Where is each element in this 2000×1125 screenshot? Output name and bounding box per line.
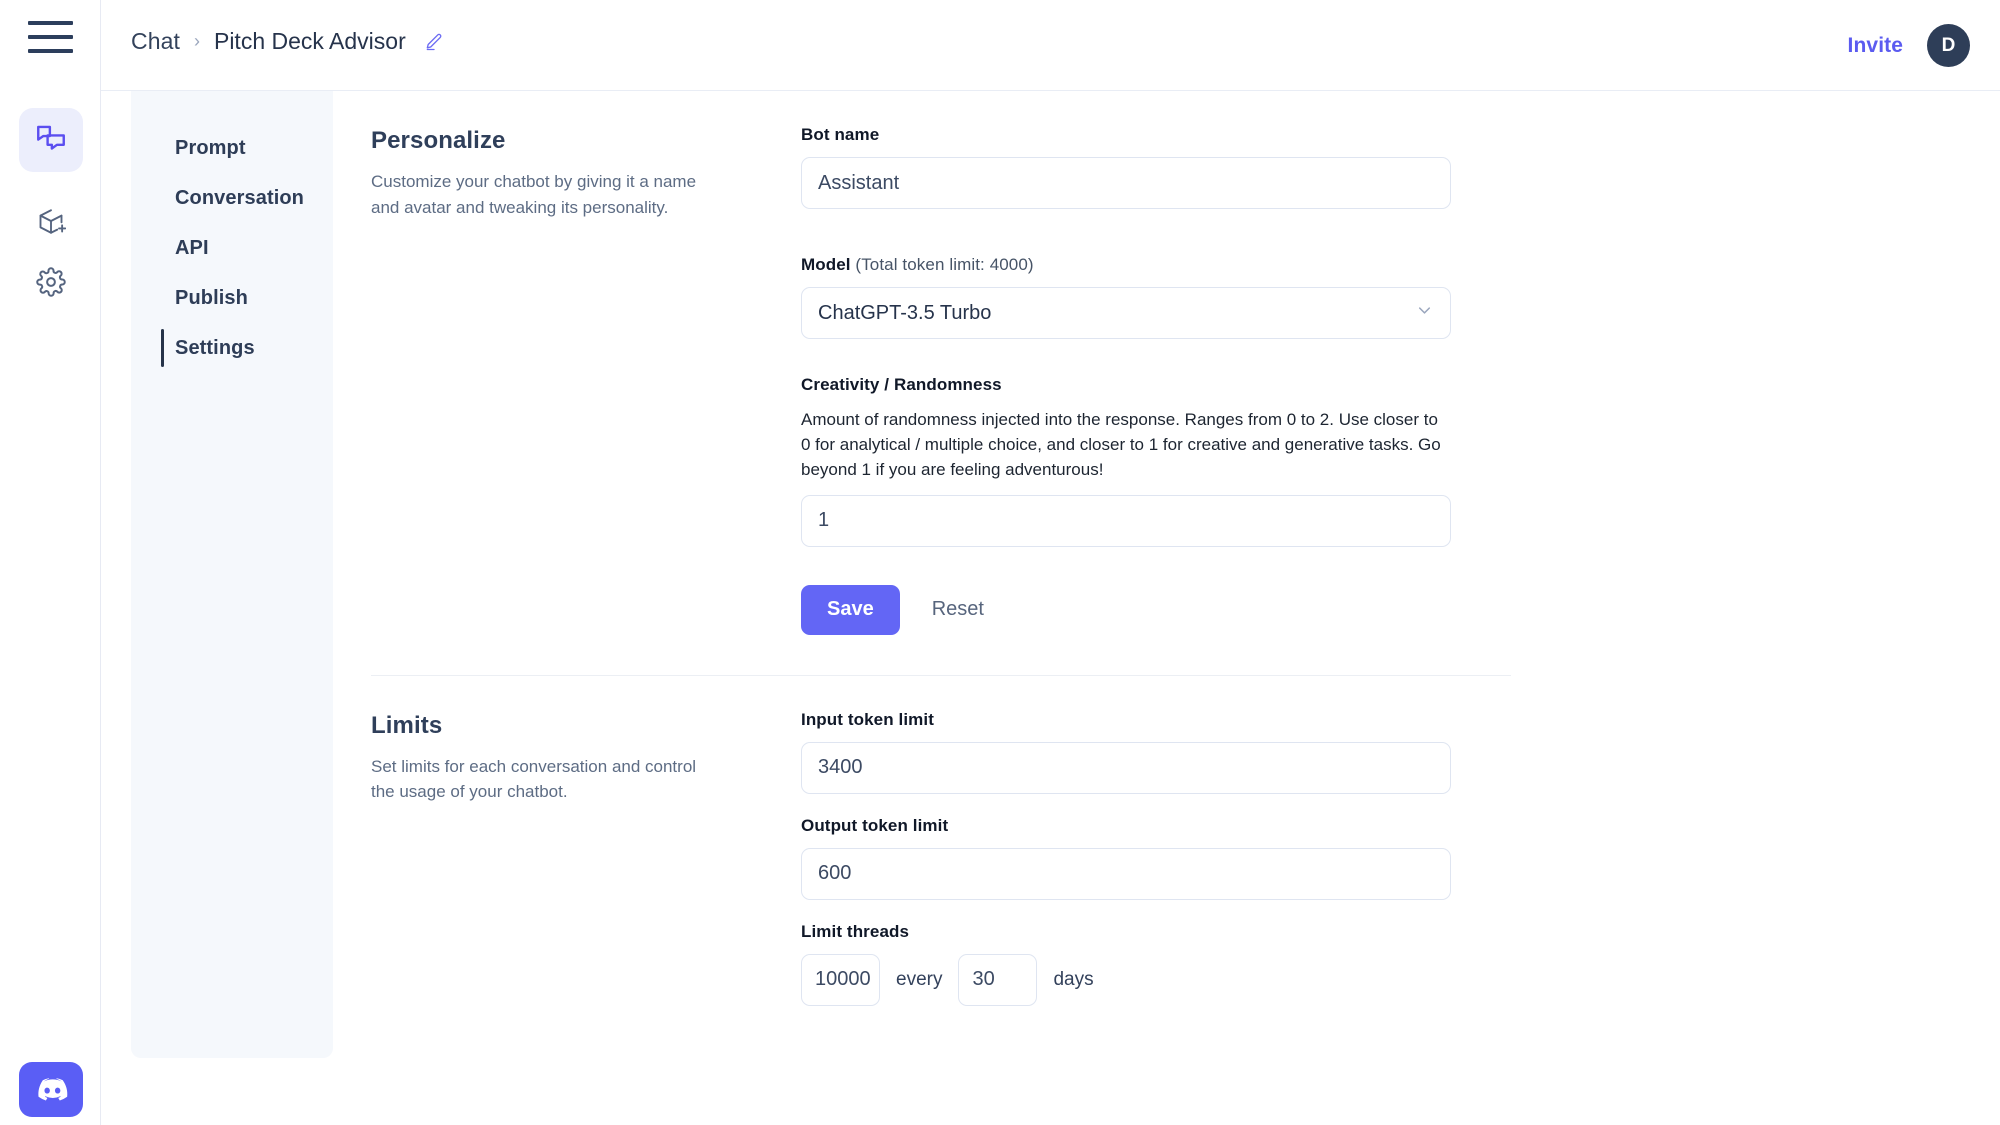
hamburger-bar (28, 35, 73, 39)
chevron-down-icon (1415, 301, 1434, 326)
field-limit-threads: Limit threads 10000 every 30 days (801, 922, 1960, 1006)
personalize-actions: Save Reset (801, 584, 1960, 635)
breadcrumb-separator: › (193, 31, 200, 51)
field-model: Model (Total token limit: 4000) ChatGPT-… (801, 255, 1960, 339)
output-token-label: Output token limit (801, 815, 949, 835)
nav-item-label: Conversation (175, 186, 305, 209)
nav-item-settings[interactable]: Settings (131, 323, 333, 373)
rail-item-settings[interactable] (19, 250, 83, 314)
nav-item-prompt[interactable]: Prompt (131, 123, 333, 173)
nav-item-label: Publish (175, 286, 248, 309)
nav-item-label: Settings (175, 336, 255, 359)
field-input-token-limit: Input token limit 3400 (801, 710, 1960, 794)
field-creativity: Creativity / Randomness Amount of random… (801, 375, 1960, 547)
breadcrumb: Chat › Pitch Deck Advisor (131, 28, 444, 55)
limit-threads-count-input[interactable]: 10000 (801, 953, 880, 1006)
input-token-input[interactable]: 3400 (801, 741, 1451, 794)
nav-item-label: API (175, 236, 209, 259)
nav-item-api[interactable]: API (131, 223, 333, 273)
section-personalize: Personalize Customize your chatbot by gi… (333, 91, 2000, 635)
avatar[interactable]: D (1927, 24, 1970, 67)
invite-button[interactable]: Invite (1848, 34, 1903, 58)
icon-rail (0, 0, 101, 1125)
pencil-edit-icon[interactable] (424, 32, 444, 52)
input-token-label: Input token limit (801, 709, 934, 729)
rail-item-new-bot[interactable] (19, 190, 83, 254)
breadcrumb-root[interactable]: Chat (131, 28, 180, 55)
limits-info: Limits Set limits for each conversation … (371, 676, 801, 1006)
chat-bubbles-icon (34, 121, 68, 160)
model-label: Model (Total token limit: 4000) (801, 255, 1960, 275)
settings-nav-panel: Prompt Conversation API Publish Settings (131, 91, 333, 1058)
section-limits: Limits Set limits for each conversation … (333, 676, 2000, 1006)
nav-item-label: Prompt (175, 136, 246, 159)
rail-item-chat[interactable] (19, 108, 83, 172)
nav-item-conversation[interactable]: Conversation (131, 173, 333, 223)
model-label-text: Model (801, 255, 851, 274)
save-button[interactable]: Save (801, 584, 900, 635)
creativity-input[interactable]: 1 (801, 494, 1451, 547)
model-label-muted: (Total token limit: 4000) (850, 255, 1034, 274)
limit-threads-label: Limit threads (801, 921, 910, 941)
personalize-info: Personalize Customize your chatbot by gi… (371, 91, 801, 635)
nav-item-publish[interactable]: Publish (131, 273, 333, 323)
model-select-value: ChatGPT-3.5 Turbo (818, 301, 992, 324)
limit-threads-row: 10000 every 30 days (801, 953, 1960, 1006)
hamburger-menu-icon[interactable] (28, 21, 73, 53)
section-description: Customize your chatbot by giving it a na… (371, 172, 697, 217)
field-bot-name: Bot name Assistant (801, 125, 1960, 209)
section-title: Personalize (371, 127, 506, 154)
limit-threads-every-label: every (896, 968, 943, 990)
breadcrumb-current[interactable]: Pitch Deck Advisor (214, 28, 406, 55)
reset-button[interactable]: Reset (916, 585, 1000, 635)
field-output-token-limit: Output token limit 600 (801, 816, 1960, 900)
discord-button[interactable] (19, 1062, 83, 1117)
hamburger-bar (28, 21, 73, 25)
creativity-label: Creativity / Randomness (801, 375, 1002, 394)
section-title: Limits (371, 711, 443, 739)
bot-name-label: Bot name (801, 125, 880, 144)
limits-fields: Input token limit 3400 Output token limi… (801, 676, 1960, 1006)
top-bar-actions: Invite D (1848, 24, 1970, 67)
bot-name-input[interactable]: Assistant (801, 157, 1451, 209)
add-box-icon (39, 209, 66, 234)
top-bar: Chat › Pitch Deck Advisor Invite D (101, 0, 2000, 91)
discord-icon (38, 1077, 68, 1100)
creativity-help: Amount of randomness injected into the r… (801, 410, 1441, 479)
hamburger-bar (28, 49, 73, 53)
gear-icon (36, 267, 66, 297)
output-token-input[interactable]: 600 (801, 847, 1451, 900)
settings-content: Personalize Customize your chatbot by gi… (333, 91, 2000, 1125)
model-select[interactable]: ChatGPT-3.5 Turbo (801, 287, 1451, 339)
limit-threads-days-label: days (1053, 968, 1094, 990)
limit-threads-days-input[interactable]: 30 (958, 953, 1038, 1006)
personalize-fields: Bot name Assistant Model (Total token li… (801, 91, 1960, 635)
section-description: Set limits for each conversation and con… (371, 756, 697, 802)
